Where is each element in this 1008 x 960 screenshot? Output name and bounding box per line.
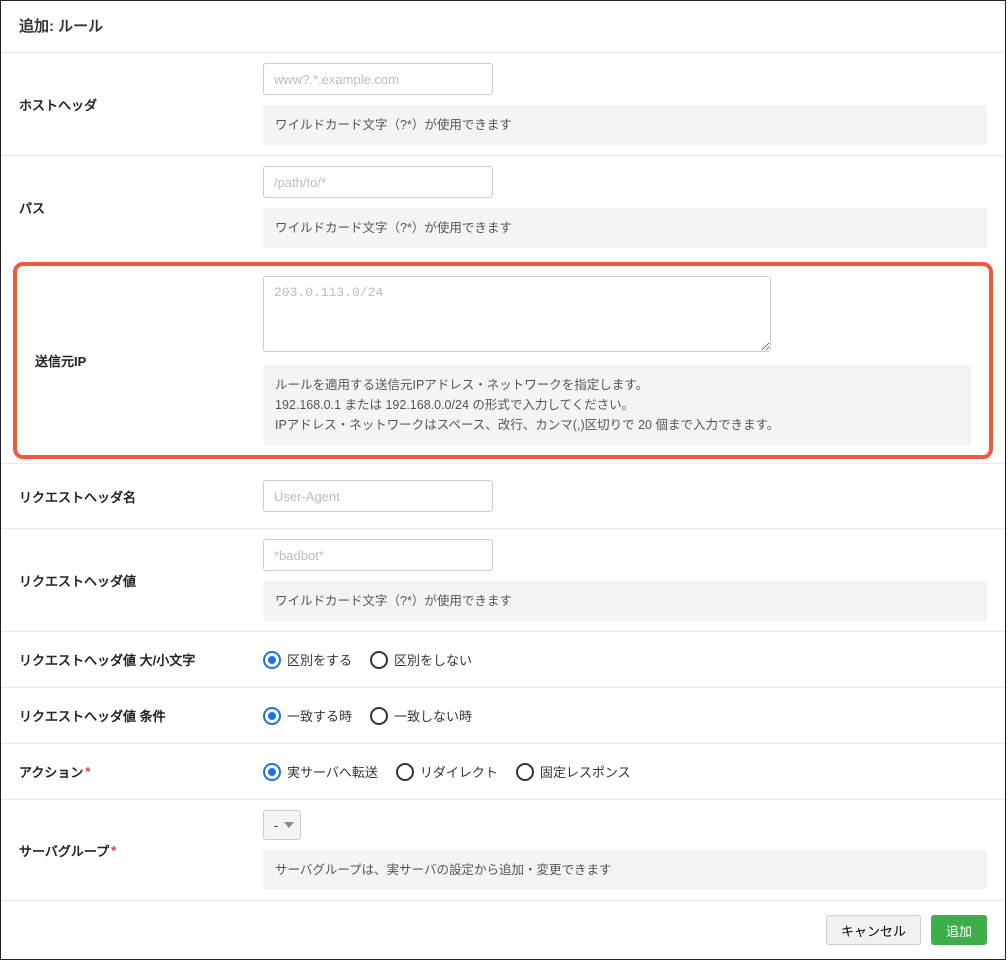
input-path[interactable] bbox=[263, 166, 493, 198]
label-match-cond: リクエストヘッダ値 条件 bbox=[1, 688, 245, 743]
row-path: パス ワイルドカード文字（?*）が使用できます bbox=[1, 155, 1005, 258]
row-action: アクション * 実サーバへ転送 リダイレクト 固定レスポンス bbox=[1, 743, 1005, 799]
row-req-header-name: リクエストヘッダ名 bbox=[1, 463, 1005, 528]
required-mark: * bbox=[85, 764, 90, 779]
row-source-ip: 送信元IP ルールを適用する送信元IPアドレス・ネットワークを指定します。 19… bbox=[17, 266, 989, 455]
cancel-button[interactable]: キャンセル bbox=[826, 915, 921, 945]
help-server-group: サーバグループは、実サーバの設定から追加・変更できます bbox=[263, 850, 987, 890]
radio-dot-icon bbox=[263, 707, 281, 725]
chevron-down-icon bbox=[284, 822, 294, 828]
select-server-group[interactable]: - bbox=[263, 810, 301, 840]
dialog-footer: キャンセル 追加 bbox=[1, 900, 1005, 959]
radio-dot-icon bbox=[263, 651, 281, 669]
textarea-source-ip[interactable] bbox=[263, 276, 771, 352]
highlight-source-ip: 送信元IP ルールを適用する送信元IPアドレス・ネットワークを指定します。 19… bbox=[13, 262, 993, 459]
row-req-header-value: リクエストヘッダ値 ワイルドカード文字（?*）が使用できます bbox=[1, 528, 1005, 631]
radio-dot-icon bbox=[263, 763, 281, 781]
radio-action-fixed-response[interactable]: 固定レスポンス bbox=[516, 762, 631, 781]
row-case-sensitive: リクエストヘッダ値 大/小文字 区別をする 区別をしない bbox=[1, 631, 1005, 687]
radio-action-forward[interactable]: 実サーバへ転送 bbox=[263, 762, 378, 781]
row-match-cond: リクエストヘッダ値 条件 一致する時 一致しない時 bbox=[1, 687, 1005, 743]
label-req-header-name: リクエストヘッダ名 bbox=[1, 464, 245, 528]
radio-match-when[interactable]: 一致する時 bbox=[263, 706, 352, 725]
required-mark: * bbox=[111, 843, 116, 858]
radio-case-sensitive-yes[interactable]: 区別をする bbox=[263, 650, 352, 669]
row-host-header: ホストヘッダ ワイルドカード文字（?*）が使用できます bbox=[1, 52, 1005, 155]
label-action: アクション * bbox=[1, 744, 245, 799]
radio-dot-icon bbox=[396, 763, 414, 781]
help-host-header: ワイルドカード文字（?*）が使用できます bbox=[263, 105, 987, 145]
help-path: ワイルドカード文字（?*）が使用できます bbox=[263, 208, 987, 248]
dialog-panel: 追加: ルール ホストヘッダ ワイルドカード文字（?*）が使用できます パス ワ… bbox=[0, 0, 1006, 960]
radio-dot-icon bbox=[370, 707, 388, 725]
input-host-header[interactable] bbox=[263, 63, 493, 95]
label-server-group: サーバグループ * bbox=[1, 800, 245, 900]
radio-match-not[interactable]: 一致しない時 bbox=[370, 706, 472, 725]
label-path: パス bbox=[1, 156, 245, 258]
label-host-header: ホストヘッダ bbox=[1, 53, 245, 155]
label-req-header-value: リクエストヘッダ値 bbox=[1, 529, 245, 631]
help-req-header-value: ワイルドカード文字（?*）が使用できます bbox=[263, 581, 987, 621]
label-source-ip: 送信元IP bbox=[17, 266, 245, 455]
label-case-sensitive: リクエストヘッダ値 大/小文字 bbox=[1, 632, 245, 687]
help-source-ip: ルールを適用する送信元IPアドレス・ネットワークを指定します。 192.168.… bbox=[263, 365, 971, 445]
submit-button[interactable]: 追加 bbox=[931, 915, 987, 945]
input-req-header-name[interactable] bbox=[263, 480, 493, 512]
radio-dot-icon bbox=[370, 651, 388, 669]
row-server-group: サーバグループ * - サーバグループは、実サーバの設定から追加・変更できます bbox=[1, 799, 1005, 900]
radio-dot-icon bbox=[516, 763, 534, 781]
dialog-title: 追加: ルール bbox=[1, 1, 1005, 52]
radio-case-sensitive-no[interactable]: 区別をしない bbox=[370, 650, 472, 669]
select-value: - bbox=[274, 818, 278, 833]
input-req-header-value[interactable] bbox=[263, 539, 493, 571]
radio-action-redirect[interactable]: リダイレクト bbox=[396, 762, 498, 781]
